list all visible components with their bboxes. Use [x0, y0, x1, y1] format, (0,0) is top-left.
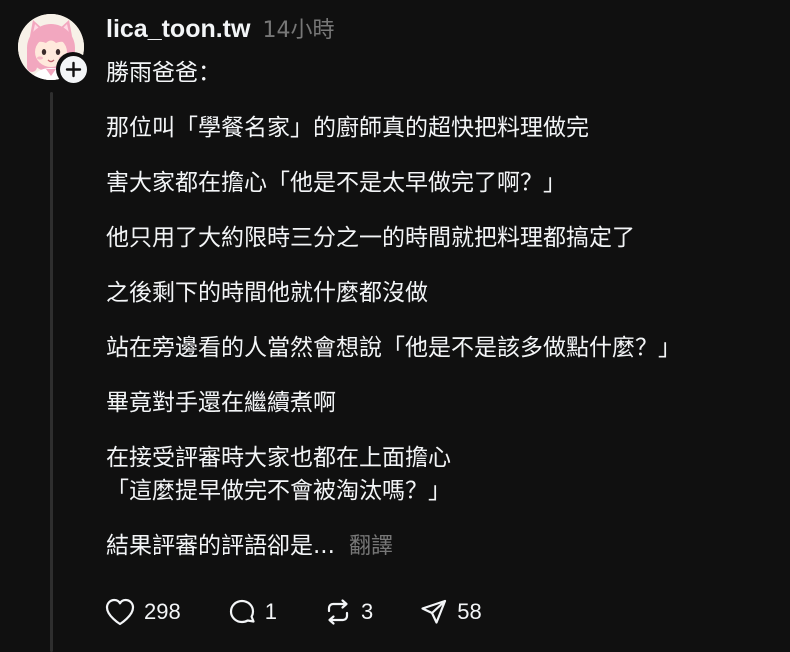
like-button[interactable]: 298	[104, 597, 181, 627]
repost-count: 3	[360, 599, 374, 624]
reply-count: 1	[264, 599, 277, 624]
heart-icon	[105, 598, 135, 626]
post-paragraph: 畢竟對手還在繼續煮啊	[106, 390, 336, 416]
share-count: 58	[457, 599, 482, 624]
truncated-text: 結果評審的評語卻是...	[106, 533, 335, 559]
reply-button[interactable]: 1	[227, 597, 277, 627]
plus-icon	[65, 61, 81, 77]
post-header: lica_toon.tw 14小時	[106, 12, 334, 46]
repost-button[interactable]: 3	[323, 597, 373, 627]
post-paragraph: 之後剩下的時間他就什麼都沒做	[106, 280, 428, 306]
avatar-container	[18, 14, 90, 86]
post-paragraph: 在接受評審時大家也都在上面擔心 「這麼提早做完不會被淘汰嗎？」	[106, 445, 451, 504]
post-paragraph: 勝雨爸爸：	[106, 60, 221, 86]
post-paragraph: 害大家都在擔心「他是不是太早做完了啊？」	[106, 170, 566, 196]
post-timestamp[interactable]: 14小時	[262, 12, 334, 44]
send-icon	[421, 599, 447, 624]
translate-link[interactable]: 翻譯	[349, 534, 393, 559]
post-paragraph: 他只用了大約限時三分之一的時間就把料理都搞定了	[106, 225, 635, 251]
action-bar: 298 1 3 58	[104, 594, 528, 630]
comment-icon	[229, 599, 255, 624]
follow-button[interactable]	[56, 52, 90, 86]
repost-icon	[327, 599, 349, 625]
thread-line	[50, 92, 53, 652]
post-body: 勝雨爸爸： 那位叫「學餐名家」的廚師真的超快把料理做完 害大家都在擔心「他是不是…	[106, 57, 781, 563]
post-paragraph: 站在旁邊看的人當然會想說「他是不是該多做點什麼？」	[106, 335, 681, 361]
username[interactable]: lica_toon.tw	[106, 15, 250, 44]
post-paragraph: 那位叫「學餐名家」的廚師真的超快把料理做完	[106, 115, 589, 141]
like-count: 298	[144, 599, 181, 624]
post-paragraph-truncated: 結果評審的評語卻是... 翻譯	[106, 530, 781, 563]
share-button[interactable]: 58	[419, 597, 482, 627]
